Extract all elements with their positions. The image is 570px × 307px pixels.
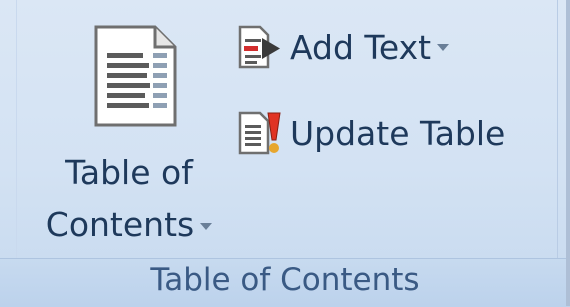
update-table-icon bbox=[238, 111, 281, 155]
chevron-down-icon bbox=[200, 223, 213, 230]
add-text-button[interactable]: Add Text bbox=[238, 18, 450, 76]
ribbon-group-table-of-contents: Table of Contents Add Text Update Table … bbox=[0, 0, 570, 307]
ribbon-group-label: Table of Contents bbox=[0, 258, 570, 307]
add-text-label: Add Text bbox=[290, 27, 432, 67]
chevron-down-icon bbox=[437, 43, 450, 51]
update-table-label: Update Table bbox=[290, 113, 506, 153]
table-of-contents-button[interactable]: Table of Contents bbox=[20, 10, 238, 245]
document-toc-icon bbox=[94, 25, 177, 127]
update-table-button[interactable]: Update Table bbox=[238, 104, 505, 162]
table-of-contents-label-line1: Table of bbox=[65, 153, 193, 192]
table-of-contents-label-line2: Contents bbox=[20, 205, 238, 245]
add-text-icon bbox=[238, 25, 280, 69]
table-of-contents-label-line2-text: Contents bbox=[45, 205, 195, 244]
